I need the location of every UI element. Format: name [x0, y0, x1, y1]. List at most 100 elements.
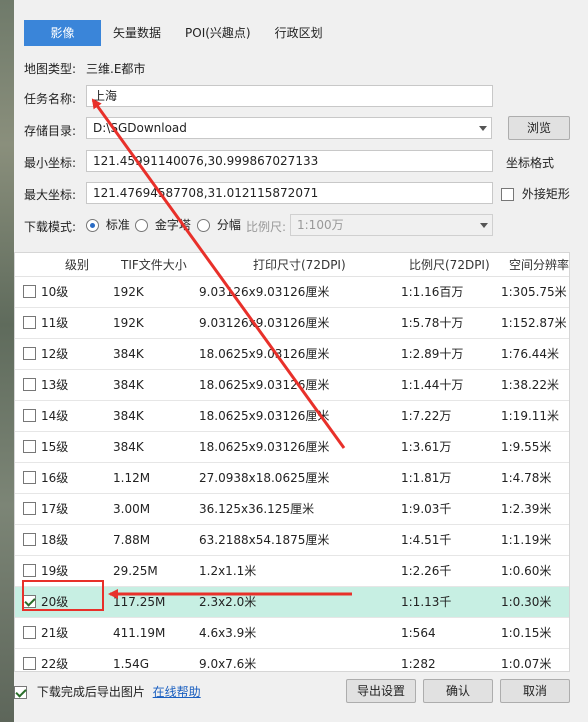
- map-type-label: 地图类型:: [24, 62, 77, 76]
- cell-resolution: 1:4.78米: [501, 471, 552, 485]
- cell-level: 17级: [41, 502, 69, 516]
- row-checkbox[interactable]: [23, 626, 36, 639]
- mode-pyramid-option[interactable]: 金字塔: [135, 217, 191, 233]
- browse-button[interactable]: 浏览: [508, 116, 570, 140]
- radio-tile[interactable]: [197, 219, 210, 232]
- cell-resolution: 1:0.60米: [501, 564, 552, 578]
- table-row[interactable]: 20级 117.25M 2.3x2.0米 1:1.13千 1:0.30米: [15, 587, 569, 618]
- table-row[interactable]: 21级 411.19M 4.6x3.9米 1:564 1:0.15米: [15, 618, 569, 649]
- table-row[interactable]: 19级 29.25M 1.2x1.1米 1:2.26千 1:0.60米: [15, 556, 569, 587]
- mode-tile-option[interactable]: 分幅: [197, 217, 241, 233]
- row-checkbox-cell: [23, 432, 36, 463]
- chevron-down-icon: [479, 126, 487, 131]
- row-checkbox-cell: [23, 401, 36, 432]
- coord-format-link[interactable]: 坐标格式: [506, 154, 554, 171]
- cell-level: 19级: [41, 564, 69, 578]
- cell-resolution: 1:1.19米: [501, 533, 552, 547]
- map-background-strip: [0, 0, 14, 722]
- cell-level: 16级: [41, 471, 69, 485]
- task-name-input[interactable]: 上海: [86, 85, 493, 107]
- export-settings-button[interactable]: 导出设置: [346, 679, 416, 703]
- cell-print-size: 27.0938x18.0625厘米: [199, 471, 330, 485]
- cell-resolution: 1:38.22米: [501, 378, 560, 392]
- min-coord-label: 最小坐标:: [24, 156, 77, 170]
- cell-level: 22级: [41, 657, 69, 671]
- table-row[interactable]: 11级 192K 9.03126x9.03126厘米 1:5.78十万 1:152.87…: [15, 308, 569, 339]
- tab-bar: 影像 矢量数据 POI(兴趣点) 行政区划: [24, 20, 335, 46]
- storage-dir-select[interactable]: D:\SGDownload: [86, 117, 492, 139]
- table-row[interactable]: 16级 1.12M 27.0938x18.0625厘米 1:1.81万 1:4.78米: [15, 463, 569, 494]
- cell-level: 10级: [41, 285, 69, 299]
- chevron-down-icon: [480, 223, 488, 228]
- row-checkbox-cell: [23, 277, 36, 308]
- tab-imagery[interactable]: 影像: [24, 20, 101, 46]
- row-checkbox-cell: [23, 494, 36, 525]
- table-row[interactable]: 18级 7.88M 63.2188x54.1875厘米 1:4.51千 1:1.19米: [15, 525, 569, 556]
- bounding-rect-checkbox[interactable]: [501, 188, 514, 201]
- scale-label: 比例尺:: [246, 220, 287, 234]
- row-checkbox[interactable]: [23, 316, 36, 329]
- export-image-option[interactable]: 下载完成后导出图片 在线帮助: [14, 683, 201, 701]
- cell-scale: 1:7.22万: [401, 409, 452, 423]
- row-checkbox[interactable]: [23, 347, 36, 360]
- row-checkbox[interactable]: [23, 440, 36, 453]
- row-checkbox[interactable]: [23, 657, 36, 670]
- cell-print-size: 18.0625x9.03126厘米: [199, 409, 330, 423]
- cell-resolution: 1:19.11米: [501, 409, 560, 423]
- row-checkbox[interactable]: [23, 564, 36, 577]
- cell-level: 20级: [41, 595, 69, 609]
- cell-resolution: 1:76.44米: [501, 347, 560, 361]
- row-checkbox[interactable]: [23, 502, 36, 515]
- cell-print-size: 18.0625x9.03126厘米: [199, 378, 330, 392]
- bounding-rect-option[interactable]: 外接矩形: [501, 186, 570, 202]
- tab-poi[interactable]: POI(兴趣点): [173, 20, 263, 46]
- table-row[interactable]: 13级 384K 18.0625x9.03126厘米 1:1.44十万 1:38.22米: [15, 370, 569, 401]
- online-help-link[interactable]: 在线帮助: [153, 685, 201, 699]
- cell-tif-size: 411.19M: [113, 626, 166, 640]
- cell-print-size: 4.6x3.9米: [199, 626, 257, 640]
- header-scale: 比例尺(72DPI): [409, 258, 490, 272]
- cell-print-size: 1.2x1.1米: [199, 564, 257, 578]
- row-checkbox[interactable]: [23, 471, 36, 484]
- table-row[interactable]: 14级 384K 18.0625x9.03126厘米 1:7.22万 1:19.11米: [15, 401, 569, 432]
- cell-print-size: 9.0x7.6米: [199, 657, 257, 671]
- cell-print-size: 9.03126x9.03126厘米: [199, 316, 330, 330]
- export-image-checkbox[interactable]: [14, 686, 27, 699]
- radio-standard[interactable]: [86, 219, 99, 232]
- cell-level: 15级: [41, 440, 69, 454]
- row-checkbox[interactable]: [23, 533, 36, 546]
- cell-tif-size: 384K: [113, 409, 144, 423]
- row-checkbox[interactable]: [23, 409, 36, 422]
- tab-vector-data[interactable]: 矢量数据: [101, 20, 173, 46]
- cell-scale: 1:282: [401, 657, 436, 671]
- row-checkbox-cell: [23, 587, 36, 618]
- table-row[interactable]: 10级 192K 9.03126x9.03126厘米 1:1.16百万 1:305.75…: [15, 277, 569, 308]
- mode-standard-option[interactable]: 标准: [86, 217, 130, 233]
- table-header: 级别 TIF文件大小 打印尺寸(72DPI) 比例尺(72DPI) 空间分辨率: [15, 253, 569, 277]
- cell-level: 11级: [41, 316, 69, 330]
- cell-scale: 1:1.16百万: [401, 285, 464, 299]
- cell-resolution: 1:152.87米: [501, 316, 567, 330]
- task-name-label: 任务名称:: [24, 92, 77, 106]
- cell-scale: 1:1.13千: [401, 595, 452, 609]
- table-row[interactable]: 15级 384K 18.0625x9.03126厘米 1:3.61万 1:9.55米: [15, 432, 569, 463]
- header-print-size: 打印尺寸(72DPI): [253, 258, 346, 272]
- table-row[interactable]: 12级 384K 18.0625x9.03126厘米 1:2.89十万 1:76.44米: [15, 339, 569, 370]
- tab-admin-division[interactable]: 行政区划: [263, 20, 335, 46]
- cancel-button[interactable]: 取消: [500, 679, 570, 703]
- cell-tif-size: 1.54G: [113, 657, 150, 671]
- min-coord-input[interactable]: 121.45991140076,30.999867027133: [86, 150, 493, 172]
- cell-resolution: 1:0.15米: [501, 626, 552, 640]
- cell-resolution: 1:0.30米: [501, 595, 552, 609]
- radio-pyramid[interactable]: [135, 219, 148, 232]
- row-checkbox[interactable]: [23, 378, 36, 391]
- row-checkbox[interactable]: [23, 285, 36, 298]
- ok-button[interactable]: 确认: [423, 679, 493, 703]
- table-row[interactable]: 17级 3.00M 36.125x36.125厘米 1:9.03千 1:2.39米: [15, 494, 569, 525]
- max-coord-input[interactable]: 121.47694587708,31.012115872071: [86, 182, 493, 204]
- level-table: 级别 TIF文件大小 打印尺寸(72DPI) 比例尺(72DPI) 空间分辨率 …: [14, 252, 570, 672]
- cell-print-size: 36.125x36.125厘米: [199, 502, 315, 516]
- scale-select[interactable]: 1:100万: [290, 214, 493, 236]
- table-row[interactable]: 22级 1.54G 9.0x7.6米 1:282 1:0.07米: [15, 649, 569, 671]
- row-checkbox[interactable]: [23, 595, 36, 608]
